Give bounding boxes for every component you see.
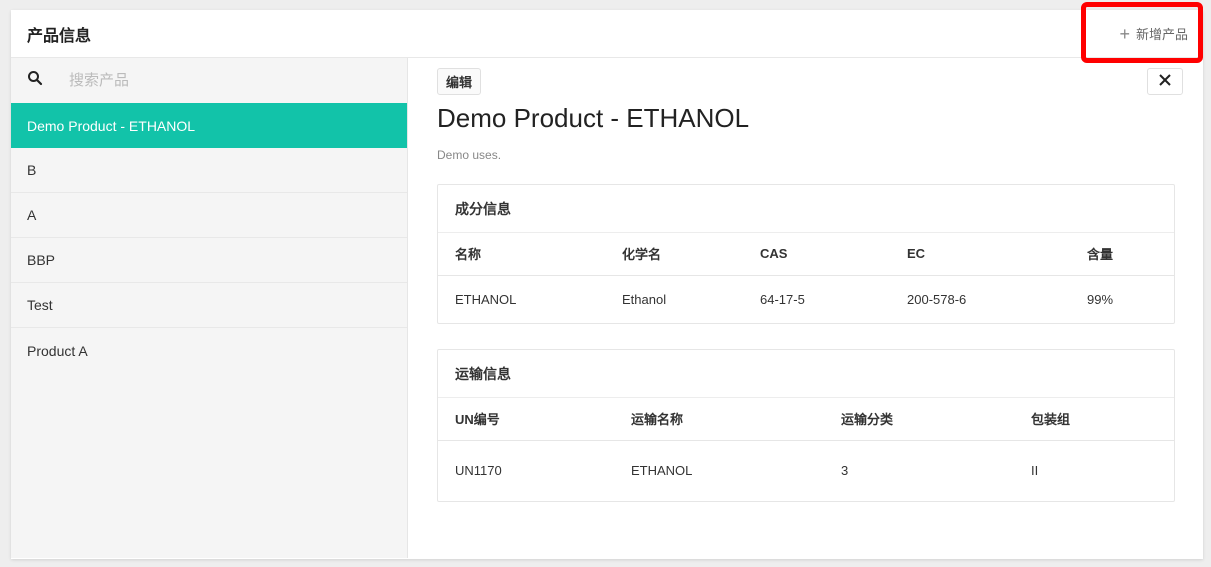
search-input[interactable] [69, 72, 369, 89]
table-cell: 3 [841, 463, 849, 479]
edit-button[interactable]: 编辑 [437, 68, 482, 95]
table-header-row: 名称 化学名 CAS EC 含量 [438, 233, 1174, 276]
table-cell: ETHANOL [455, 291, 517, 307]
add-product-label: 新增产品 [1135, 27, 1188, 42]
table-cell: ETHANOL [631, 463, 693, 479]
column-header: 化学名 [605, 233, 743, 276]
composition-panel: 成分信息 名称 化学名 CAS EC 含量 ETHANOL Ethanol 64… [437, 184, 1175, 324]
list-item-a[interactable]: A [11, 193, 407, 238]
close-button[interactable] [1147, 68, 1183, 95]
transport-title: 运输信息 [438, 350, 1174, 398]
column-header: 运输分类 [824, 398, 1014, 441]
list-item-test[interactable]: Test [11, 283, 407, 328]
search-bar [11, 58, 407, 103]
column-header: 含量 [1070, 233, 1174, 276]
add-product-button[interactable]: + 新增产品 [1119, 24, 1188, 43]
header: 产品信息 + 新增产品 [11, 10, 1203, 58]
composition-title: 成分信息 [438, 185, 1174, 233]
table-cell: Ethanol [622, 291, 667, 307]
product-title: Demo Product - ETHANOL [437, 103, 750, 133]
product-description: Demo uses. [437, 148, 502, 162]
plus-icon: + [1119, 23, 1130, 44]
list-item-b[interactable]: B [11, 148, 407, 193]
table-cell: II [1031, 463, 1039, 479]
table-row: ETHANOL Ethanol 64-17-5 200-578-6 99% [438, 275, 1174, 323]
list-item-product-a[interactable]: Product A [11, 328, 407, 373]
list-item-demo-product[interactable]: Demo Product - ETHANOL [11, 103, 407, 148]
table-cell: 200-578-6 [907, 291, 967, 307]
search-icon [27, 70, 43, 91]
column-header: 包装组 [1014, 398, 1174, 441]
table-row: UN1170 ETHANOL 3 II [438, 440, 1174, 501]
column-header: CAS [743, 233, 890, 276]
close-icon [1159, 73, 1171, 91]
content-body: Demo Product - ETHANOL B A BBP Test Prod… [11, 58, 1203, 558]
page-title: 产品信息 [27, 27, 92, 45]
table-cell: 99% [1087, 291, 1114, 307]
column-header: 名称 [438, 233, 605, 276]
table-cell: UN1170 [455, 463, 502, 479]
column-header: UN编号 [438, 398, 614, 441]
transport-table: UN编号 运输名称 运输分类 包装组 UN1170 ETHANOL 3 II [438, 398, 1174, 501]
list-item-bbp[interactable]: BBP [11, 238, 407, 283]
column-header: 运输名称 [614, 398, 824, 441]
column-header: EC [890, 233, 1070, 276]
table-header-row: UN编号 运输名称 运输分类 包装组 [438, 398, 1174, 441]
product-sidebar: Demo Product - ETHANOL B A BBP Test Prod… [11, 58, 408, 558]
composition-table: 名称 化学名 CAS EC 含量 ETHANOL Ethanol 64-17-5 [438, 233, 1174, 323]
product-info-card: 产品信息 + 新增产品 Demo Product - ETHANOL B A B… [11, 10, 1203, 559]
transport-panel: 运输信息 UN编号 运输名称 运输分类 包装组 UN1170 ETHANOL 3… [437, 349, 1175, 502]
product-detail: 编辑 Demo Product - ETHANOL Demo uses. 成分信… [408, 58, 1203, 558]
table-cell: 64-17-5 [760, 291, 805, 307]
